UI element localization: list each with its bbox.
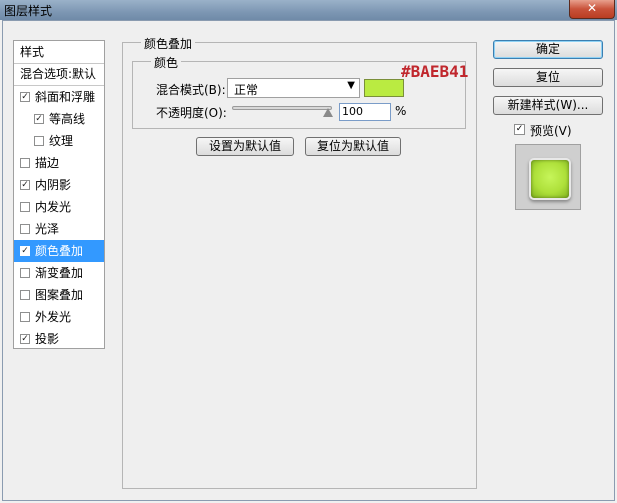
set-default-button[interactable]: 设置为默认值: [196, 137, 294, 156]
contour-label: 等高线: [49, 112, 86, 126]
styles-header-label: 样式: [20, 45, 45, 59]
outer-glow-label: 外发光: [35, 310, 72, 324]
style-item-gradient-overlay[interactable]: 渐变叠加: [14, 262, 104, 284]
style-item-drop-shadow[interactable]: ✓ 投影: [14, 328, 104, 350]
drop-shadow-checkbox[interactable]: ✓: [20, 334, 30, 344]
bevel-checkbox[interactable]: ✓: [20, 92, 30, 102]
close-icon: ✕: [586, 1, 598, 15]
window-title: 图层样式: [4, 4, 53, 18]
preview-checkbox[interactable]: ✓: [514, 124, 525, 135]
reset-default-button[interactable]: 复位为默认值: [305, 137, 401, 156]
color-overlay-checkbox[interactable]: ✓: [20, 246, 30, 256]
texture-label: 纹理: [49, 134, 74, 148]
style-item-contour[interactable]: ✓ 等高线: [14, 108, 104, 130]
ok-button[interactable]: 确定: [493, 40, 603, 59]
contour-checkbox[interactable]: ✓: [34, 114, 44, 124]
preview-thumbnail: [515, 144, 581, 210]
blend-mode-select[interactable]: 正常 ▼: [227, 78, 360, 98]
bevel-label: 斜面和浮雕: [35, 90, 96, 104]
style-item-inner-shadow[interactable]: ✓ 内阴影: [14, 174, 104, 196]
color-group-title: 颜色: [151, 54, 182, 71]
style-item-texture[interactable]: 纹理: [14, 130, 104, 152]
blend-options-item[interactable]: 混合选项:默认: [14, 63, 104, 86]
preview-label: 预览(V): [530, 124, 572, 138]
opacity-slider-thumb[interactable]: [323, 108, 333, 117]
blend-mode-label: 混合模式(B):: [156, 83, 226, 97]
inner-shadow-label: 内阴影: [35, 178, 72, 192]
pattern-overlay-label: 图案叠加: [35, 288, 84, 302]
blend-mode-value: 正常: [234, 83, 259, 97]
satin-label: 光泽: [35, 222, 60, 236]
color-swatch[interactable]: [364, 79, 404, 97]
styles-header[interactable]: 样式: [14, 41, 104, 64]
pattern-overlay-checkbox[interactable]: [20, 290, 30, 300]
gradient-overlay-label: 渐变叠加: [35, 266, 84, 280]
color-overlay-label: 颜色叠加: [35, 244, 84, 258]
stroke-checkbox[interactable]: [20, 158, 30, 168]
style-item-inner-glow[interactable]: 内发光: [14, 196, 104, 218]
stroke-label: 描边: [35, 156, 60, 170]
style-item-satin[interactable]: 光泽: [14, 218, 104, 240]
style-item-bevel[interactable]: ✓ 斜面和浮雕: [14, 86, 104, 108]
drop-shadow-label: 投影: [35, 332, 60, 346]
style-item-outer-glow[interactable]: 外发光: [14, 306, 104, 328]
chevron-down-icon: ▼: [347, 80, 355, 91]
opacity-slider[interactable]: [232, 106, 332, 110]
preview-tile: [529, 158, 571, 200]
reset-button[interactable]: 复位: [493, 68, 603, 87]
opacity-input[interactable]: 100: [339, 103, 391, 121]
inner-glow-label: 内发光: [35, 200, 72, 214]
new-style-button[interactable]: 新建样式(W)...: [493, 96, 603, 115]
gradient-overlay-checkbox[interactable]: [20, 268, 30, 278]
opacity-label: 不透明度(O):: [156, 106, 227, 120]
color-hex-annotation: #BAEB41: [401, 62, 469, 81]
styles-list: 样式 混合选项:默认 ✓ 斜面和浮雕 ✓ 等高线 纹理 描边 ✓ 内阴影 内发光 光泽…: [13, 40, 105, 349]
inner-glow-checkbox[interactable]: [20, 202, 30, 212]
blend-options-label: 混合选项:默认: [20, 67, 97, 81]
style-item-pattern-overlay[interactable]: 图案叠加: [14, 284, 104, 306]
opacity-unit: %: [395, 104, 407, 118]
style-item-stroke[interactable]: 描边: [14, 152, 104, 174]
title-bar: 图层样式 ✕: [0, 0, 617, 20]
close-button[interactable]: ✕: [569, 0, 615, 19]
inner-shadow-checkbox[interactable]: ✓: [20, 180, 30, 190]
satin-checkbox[interactable]: [20, 224, 30, 234]
style-item-color-overlay[interactable]: ✓ 颜色叠加: [14, 240, 104, 262]
panel-title: 颜色叠加: [141, 35, 196, 52]
outer-glow-checkbox[interactable]: [20, 312, 30, 322]
texture-checkbox[interactable]: [34, 136, 44, 146]
